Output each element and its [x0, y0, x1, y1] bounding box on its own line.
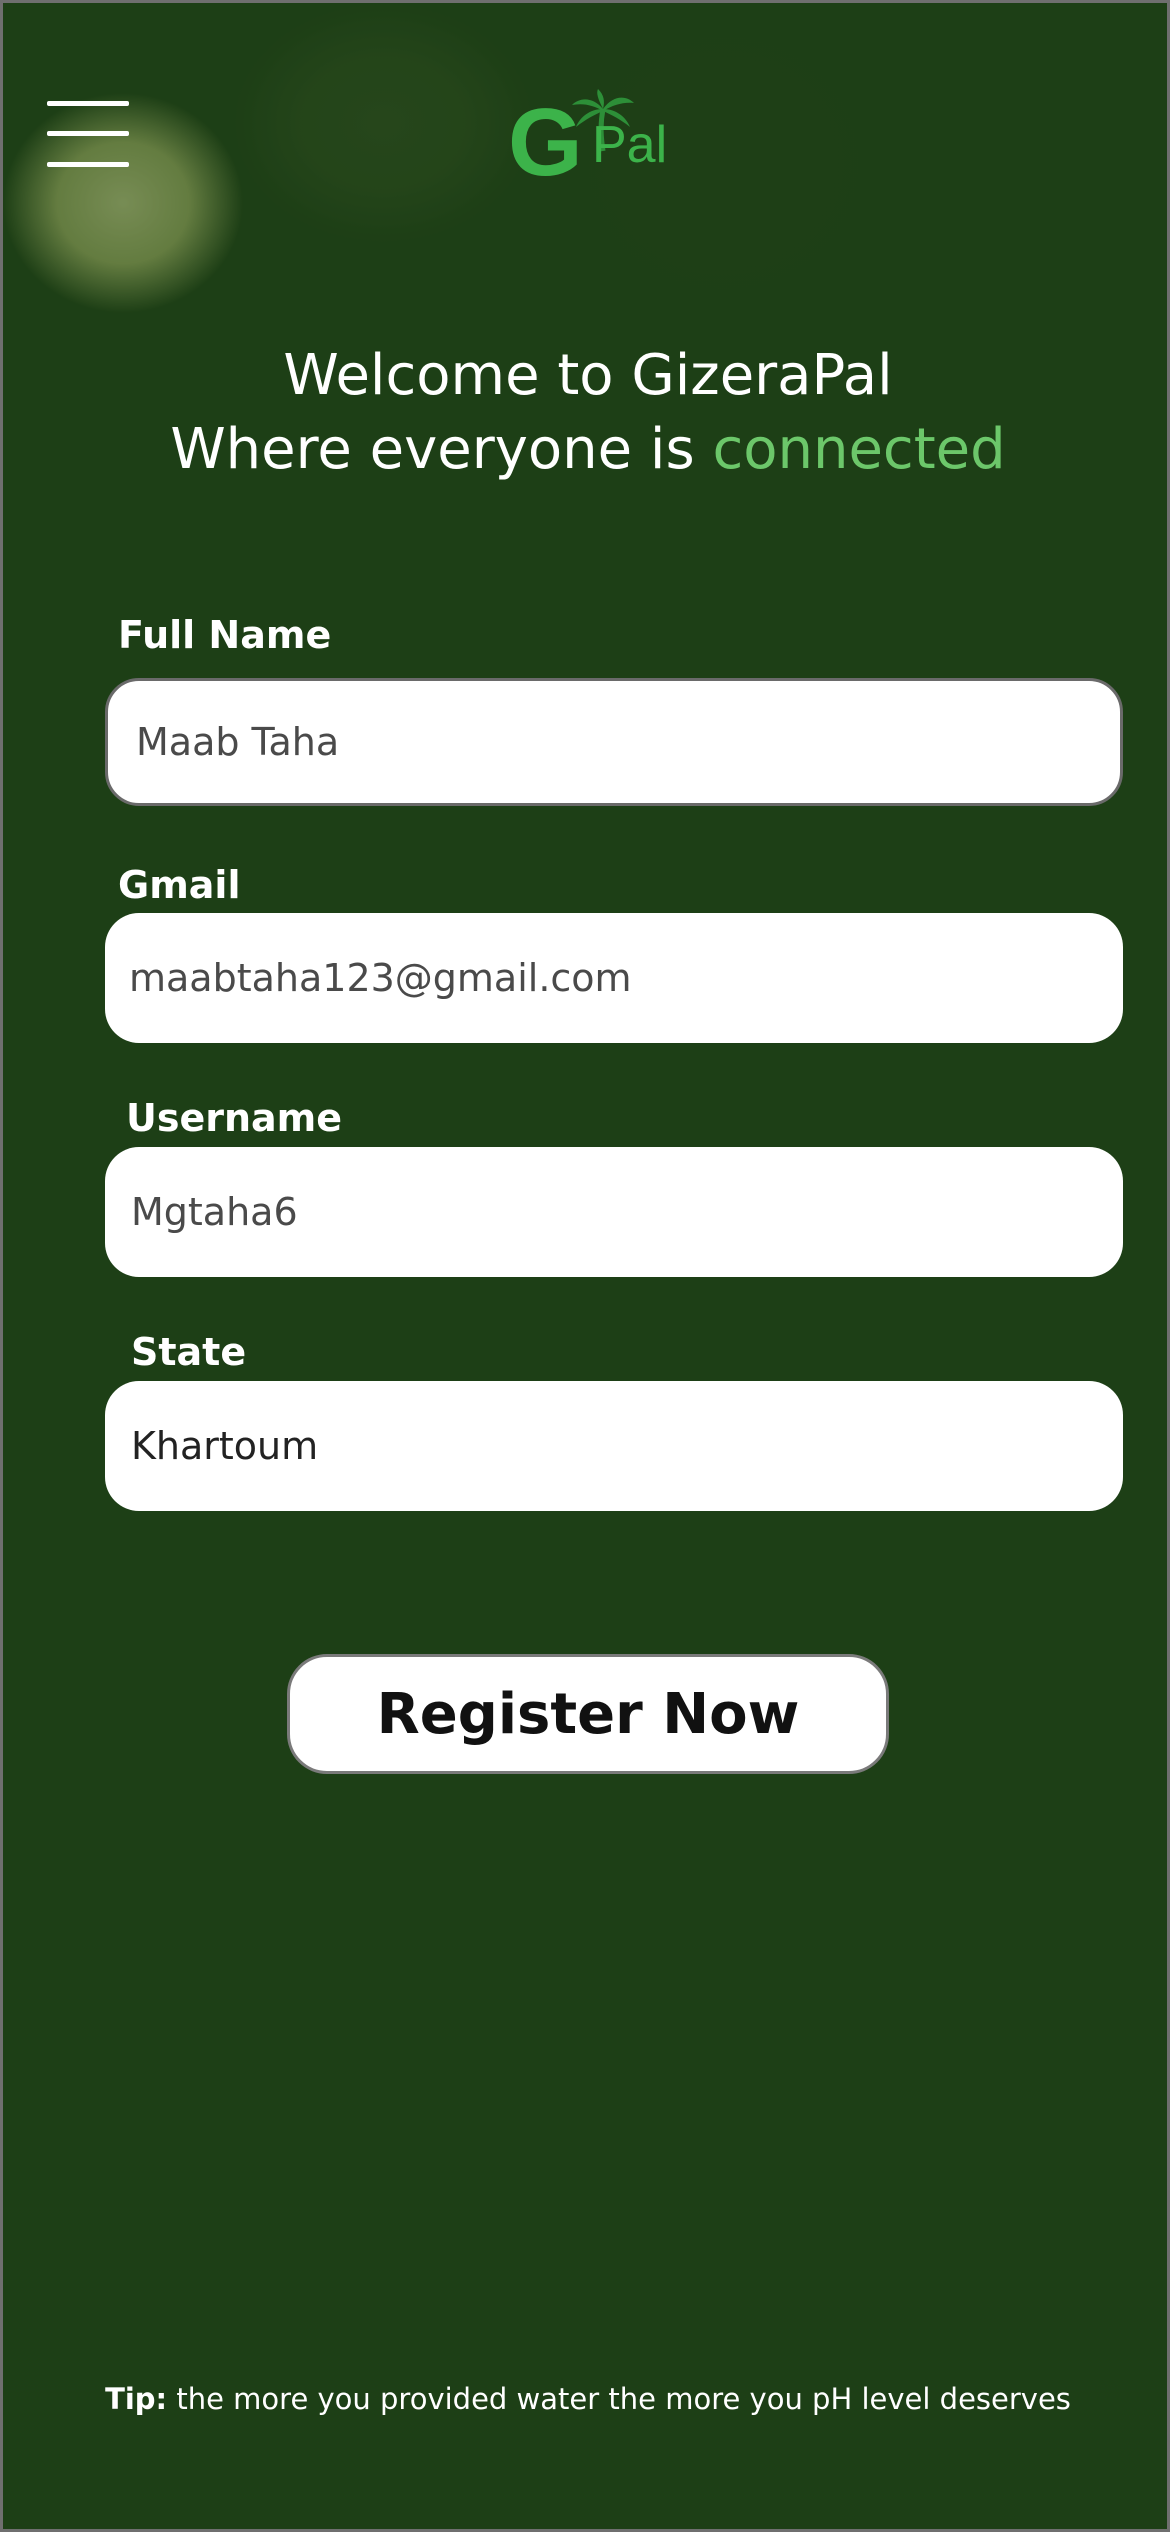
welcome-accent-word: connected	[712, 417, 1006, 482]
welcome-line-2-prefix: Where everyone is	[170, 417, 713, 482]
hamburger-menu-icon[interactable]	[47, 101, 129, 167]
username-field[interactable]: Mgtaha6	[105, 1147, 1123, 1277]
menu-bar	[47, 131, 129, 136]
gpal-logo: G Pal	[508, 89, 683, 197]
register-now-button[interactable]: Register Now	[287, 1654, 889, 1774]
tip-label: Tip:	[105, 2382, 168, 2416]
menu-bar	[47, 101, 129, 106]
state-label: State	[131, 1330, 247, 1374]
app-screen: G Pal Welcome to GizeraPal Where everyon…	[0, 0, 1170, 2532]
welcome-line-2: Where everyone is connected	[3, 413, 1167, 487]
tip-text: Tip: the more you provided water the mor…	[3, 2375, 1167, 2423]
menu-bar	[47, 162, 129, 167]
gmail-field[interactable]: maabtaha123@gmail.com	[105, 913, 1123, 1043]
welcome-line-1: Welcome to GizeraPal	[283, 343, 893, 408]
welcome-heading: Welcome to GizeraPal Where everyone is c…	[3, 339, 1167, 487]
username-label: Username	[126, 1096, 343, 1140]
logo-suffix: Pal	[592, 116, 668, 174]
gmail-label: Gmail	[118, 863, 241, 907]
full-name-field[interactable]: Maab Taha	[105, 678, 1123, 806]
full-name-label: Full Name	[118, 613, 332, 657]
tip-message: the more you provided water the more you…	[167, 2382, 1071, 2416]
state-field[interactable]: Khartoum	[105, 1381, 1123, 1511]
